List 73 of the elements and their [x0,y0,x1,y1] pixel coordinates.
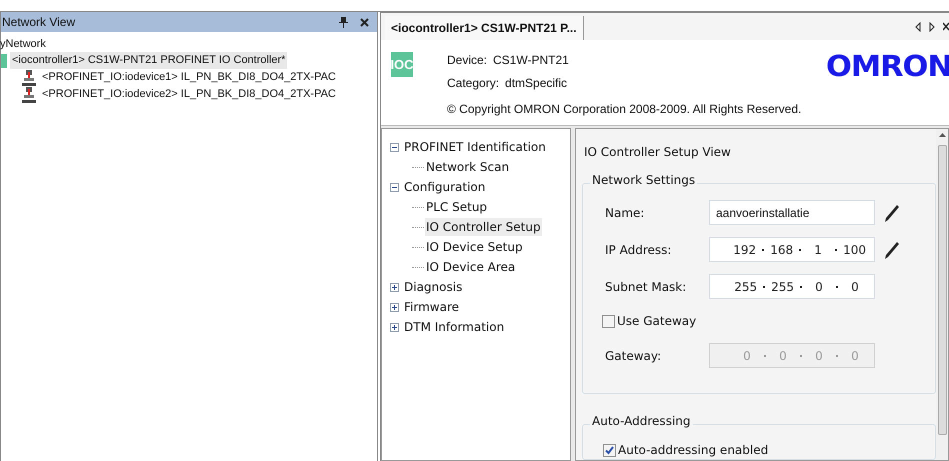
panel-title: Network View [2,14,76,31]
collapse-icon[interactable] [390,182,399,192]
ioc-icon: IOC [391,52,413,77]
scroll-left-icon[interactable] [915,22,921,32]
document-tab[interactable]: <iocontroller1> CS1W-PNT21 P... [385,16,584,40]
dot-separator [800,286,802,288]
tree-root[interactable]: yNetwork [0,36,377,52]
octet: 0 [778,348,788,364]
octet: 255 [734,278,758,296]
tree-item[interactable]: <PROFINET_IO:iodevice1> IL_PN_BK_DI8_DO4_2TX-PAC [40,69,338,86]
field-label: Gateway: [605,348,662,364]
octet: 0 [814,278,824,296]
tree-item[interactable]: <iocontroller1> CS1W-PNT21 PROFINET IO Controller* [10,52,288,69]
dot-separator [799,248,802,250]
nav-item[interactable]: PROFINET Identification [403,138,547,156]
octet: 255 [771,278,794,296]
field-label: Name: [605,204,646,222]
device-icon [21,86,37,102]
controller-icon [1,54,7,68]
dot-separator [835,248,838,250]
nav-item[interactable]: IO Device Setup [425,238,524,256]
nav-item[interactable]: PLC Setup [425,198,488,216]
close-icon[interactable] [943,22,949,31]
checkbox-label[interactable]: Auto-addressing enabled [618,441,768,459]
octet: 168 [770,242,794,258]
checkbox[interactable] [602,314,615,328]
octet: 192 [733,242,756,258]
expand-icon[interactable] [390,322,399,332]
pencil-icon[interactable] [883,202,901,222]
octet: 0 [814,348,824,364]
nav-item[interactable]: Diagnosis [403,278,464,296]
scrollbar[interactable] [936,129,948,460]
expand-icon[interactable] [390,302,399,312]
nav-item[interactable]: DTM Information [403,318,506,336]
nav-item[interactable]: Firmware [403,298,460,316]
dot-separator [836,354,838,356]
scroll-up-icon[interactable] [938,133,946,137]
octet: 0 [742,348,752,364]
nav-item[interactable]: IO Device Area [425,258,516,276]
checkbox-label[interactable]: Use Gateway [617,312,696,330]
octet: 0 [850,278,860,296]
device-value: CS1W-PNT21 [493,52,569,69]
input-field[interactable]: aanvoerinstallatie [709,200,875,225]
view-title: IO Controller Setup View [584,144,732,161]
tree-item[interactable]: <PROFINET_IO:iodevice2> IL_PN_BK_DI8_DO4_2TX-PAC [40,86,338,103]
dot-separator [763,286,766,288]
dot-separator [762,248,764,250]
logo: OMRON [826,50,949,82]
nav-item[interactable]: Configuration [403,178,486,196]
dot-separator [764,354,766,356]
expand-icon[interactable] [390,282,399,292]
pin-icon[interactable] [339,16,348,28]
dot-separator [800,354,802,356]
pencil-icon[interactable] [883,240,901,260]
scroll-right-icon[interactable] [929,22,935,32]
octet: 100 [843,242,866,258]
octet: 0 [850,348,860,364]
ip-field[interactable]: 255 255 0 0 [709,274,875,299]
category-value: dtmSpecific [505,75,568,92]
checkbox[interactable] [603,444,616,456]
device-icon [21,70,37,86]
ip-field[interactable]: 192 168 1 100 [709,237,875,262]
device-label: Device: [447,52,488,69]
copyright-text: © Copyright OMRON Corporation 2008-2009. All Rights Reserved. [447,101,802,118]
category-label: Category: [447,75,500,92]
field-label: IP Address: [605,242,672,258]
octet: 1 [813,242,823,258]
nav-item[interactable]: Network Scan [425,158,510,176]
collapse-icon[interactable] [390,142,399,152]
dot-separator [836,286,838,288]
field-label: Subnet Mask: [605,278,688,296]
nav-item[interactable]: IO Controller Setup [425,218,542,236]
close-icon[interactable] [360,18,369,26]
